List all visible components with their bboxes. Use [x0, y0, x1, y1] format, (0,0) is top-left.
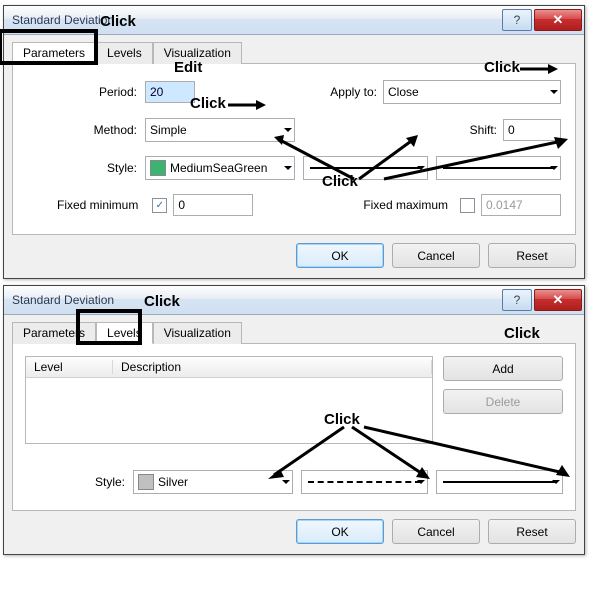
applyto-select[interactable]: Close — [383, 80, 561, 104]
shift-label: Shift: — [427, 123, 503, 137]
delete-button[interactable]: Delete — [443, 389, 563, 414]
cancel-button[interactable]: Cancel — [392, 519, 480, 544]
help-button[interactable]: ? — [502, 289, 532, 311]
color-select[interactable]: Silver — [133, 470, 293, 494]
reset-button[interactable]: Reset — [488, 243, 576, 268]
color-swatch — [138, 474, 154, 490]
ok-button[interactable]: OK — [296, 519, 384, 544]
chevron-down-icon — [417, 480, 425, 484]
dialog-parameters: Standard Deviation ? ✕ Parameters Levels… — [3, 5, 585, 279]
style-label: Style: — [27, 161, 145, 175]
fixedmax-checkbox[interactable] — [460, 198, 475, 213]
chevron-down-icon — [282, 480, 290, 484]
shift-input[interactable] — [503, 119, 561, 141]
method-label: Method: — [27, 123, 145, 137]
tab-levels[interactable]: Levels — [96, 42, 153, 64]
chevron-down-icon — [417, 166, 425, 170]
tab-visualization[interactable]: Visualization — [153, 322, 242, 344]
tab-visualization[interactable]: Visualization — [153, 42, 242, 64]
levels-panel: Level Description Add Delete Style: Silv… — [12, 343, 576, 511]
dialog-title: Standard Deviation — [12, 293, 114, 307]
linestyle-select[interactable] — [301, 470, 428, 494]
tab-parameters[interactable]: Parameters — [12, 42, 96, 64]
titlebar: Standard Deviation ? ✕ — [4, 286, 584, 315]
dialog-levels: Standard Deviation ? ✕ Parameters Levels… — [3, 285, 585, 555]
ok-button[interactable]: OK — [296, 243, 384, 268]
fixedmax-label: Fixed maximum — [363, 198, 454, 212]
col-desc: Description — [113, 360, 432, 374]
color-select[interactable]: MediumSeaGreen — [145, 156, 295, 180]
applyto-label: Apply to: — [307, 85, 383, 99]
levels-list[interactable]: Level Description — [25, 356, 433, 444]
help-button[interactable]: ? — [502, 9, 532, 31]
reset-button[interactable]: Reset — [488, 519, 576, 544]
fixedmax-input — [481, 194, 561, 216]
linewidth-select[interactable] — [436, 156, 561, 180]
parameters-panel: Period: Apply to: Close Method: Simple S… — [12, 63, 576, 235]
cancel-button[interactable]: Cancel — [392, 243, 480, 268]
chevron-down-icon — [284, 166, 292, 170]
period-label: Period: — [27, 85, 145, 99]
linewidth-select[interactable] — [436, 470, 563, 494]
titlebar: Standard Deviation ? ✕ — [4, 6, 584, 35]
color-swatch — [150, 160, 166, 176]
chevron-down-icon — [284, 128, 292, 132]
tab-levels[interactable]: Levels — [96, 322, 153, 344]
method-select[interactable]: Simple — [145, 118, 295, 142]
col-level: Level — [26, 360, 113, 374]
style-label: Style: — [25, 475, 133, 489]
chevron-down-icon — [550, 90, 558, 94]
tab-parameters[interactable]: Parameters — [12, 322, 96, 344]
add-button[interactable]: Add — [443, 356, 563, 381]
fixedmin-label: Fixed minimum — [27, 198, 146, 212]
fixedmin-checkbox[interactable]: ✓ — [152, 198, 167, 213]
period-input[interactable] — [145, 81, 195, 103]
linestyle-select[interactable] — [303, 156, 428, 180]
fixedmin-input[interactable] — [173, 194, 253, 216]
chevron-down-icon — [550, 166, 558, 170]
close-button[interactable]: ✕ — [534, 289, 582, 311]
tab-bar: Parameters Levels Visualization — [12, 42, 576, 64]
chevron-down-icon — [552, 480, 560, 484]
close-button[interactable]: ✕ — [534, 9, 582, 31]
dialog-title: Standard Deviation — [12, 13, 114, 27]
tab-bar: Parameters Levels Visualization — [12, 322, 576, 344]
